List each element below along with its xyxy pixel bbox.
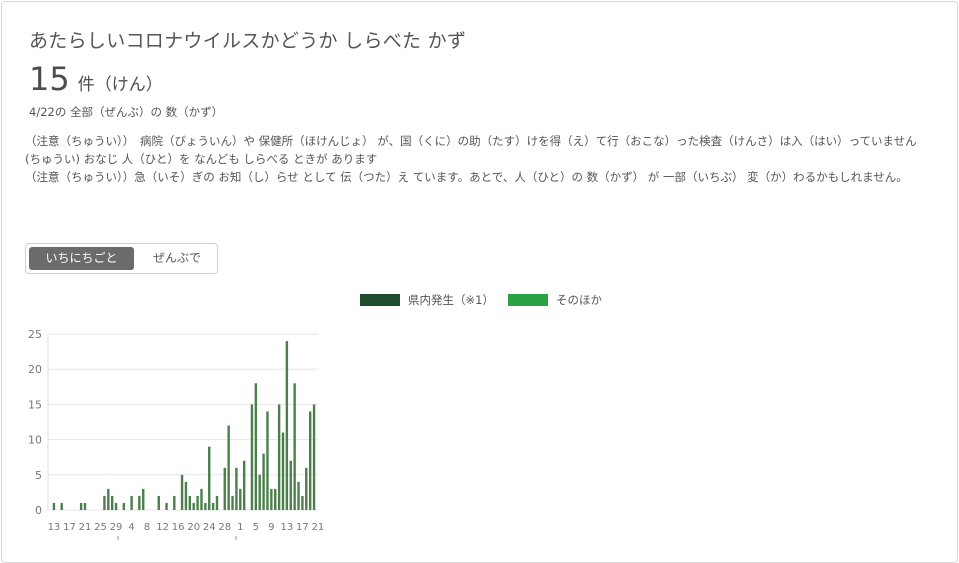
x-tick-label: 29: [110, 522, 123, 533]
bar: [239, 488, 242, 510]
y-tick-label: 0: [35, 504, 42, 517]
bar: [204, 502, 207, 510]
y-tick-label: 15: [28, 398, 42, 411]
bar: [258, 474, 261, 510]
x-tick-label: 21: [79, 522, 92, 533]
x-tick-label: 21: [312, 522, 325, 533]
bar: [138, 495, 141, 510]
x-tick-label: 13: [48, 522, 61, 533]
y-tick-label: 5: [35, 469, 42, 482]
bar: [223, 467, 226, 510]
bar: [270, 488, 273, 510]
x-tick-label: 25: [94, 522, 107, 533]
bar: [231, 495, 234, 510]
x-tick-label: 12: [156, 522, 169, 533]
bar: [188, 495, 192, 510]
bar: [60, 502, 63, 510]
bar: [200, 488, 203, 510]
bar-chart: 051015202513 17 21 25 29 4 8 12 16 20 24 28 1 5 9 13 17 2…: [28, 328, 325, 540]
bar: [312, 404, 316, 510]
x-tick-label: 8: [144, 522, 150, 533]
bar: [130, 495, 133, 510]
bar: [281, 432, 285, 510]
bar: [142, 488, 145, 510]
bar: [122, 502, 126, 510]
bar: [235, 467, 238, 510]
y-tick-label: 10: [28, 434, 42, 447]
x-tick-label: 13: [281, 522, 294, 533]
x-tick-label: 9: [268, 522, 274, 533]
bar: [196, 495, 199, 510]
bar: [107, 488, 110, 510]
x-tick-label: 1: [237, 522, 243, 533]
bar: [308, 411, 312, 510]
bar: [289, 460, 292, 510]
bar: [165, 502, 168, 510]
y-tick-label: 20: [28, 363, 42, 376]
bar: [305, 467, 308, 510]
bar: [301, 495, 304, 510]
bar: [297, 481, 300, 510]
bar: [211, 502, 215, 510]
bar: [79, 502, 83, 510]
bar: [254, 383, 258, 510]
x-tick-label: 4: [128, 522, 134, 533]
bar: [103, 495, 106, 510]
bar: [157, 495, 160, 510]
bar: [215, 495, 219, 510]
bar: [242, 460, 246, 510]
bar: [274, 488, 277, 510]
bar: [114, 502, 118, 510]
bar: [52, 502, 56, 510]
bar: [285, 341, 289, 510]
bar: [227, 425, 230, 510]
bar: [173, 495, 176, 510]
x-tick-label: 17: [296, 522, 309, 533]
y-tick-label: 25: [28, 328, 42, 341]
x-tick-label: 17: [63, 522, 76, 533]
bar: [180, 474, 184, 510]
bar: [110, 495, 114, 510]
bar: [262, 453, 265, 510]
x-tick-label: 5: [253, 522, 259, 533]
bar: [277, 404, 281, 510]
bar: [83, 502, 87, 510]
bar: [266, 411, 269, 510]
bar: [293, 383, 296, 510]
x-tick-label: 28: [218, 522, 231, 533]
x-tick-label: 24: [203, 522, 216, 533]
x-tick-label: 20: [187, 522, 200, 533]
bar: [250, 404, 254, 510]
x-tick-label: 16: [172, 522, 185, 533]
bar: [192, 502, 195, 510]
bar: [184, 481, 188, 510]
bar: [208, 446, 211, 510]
